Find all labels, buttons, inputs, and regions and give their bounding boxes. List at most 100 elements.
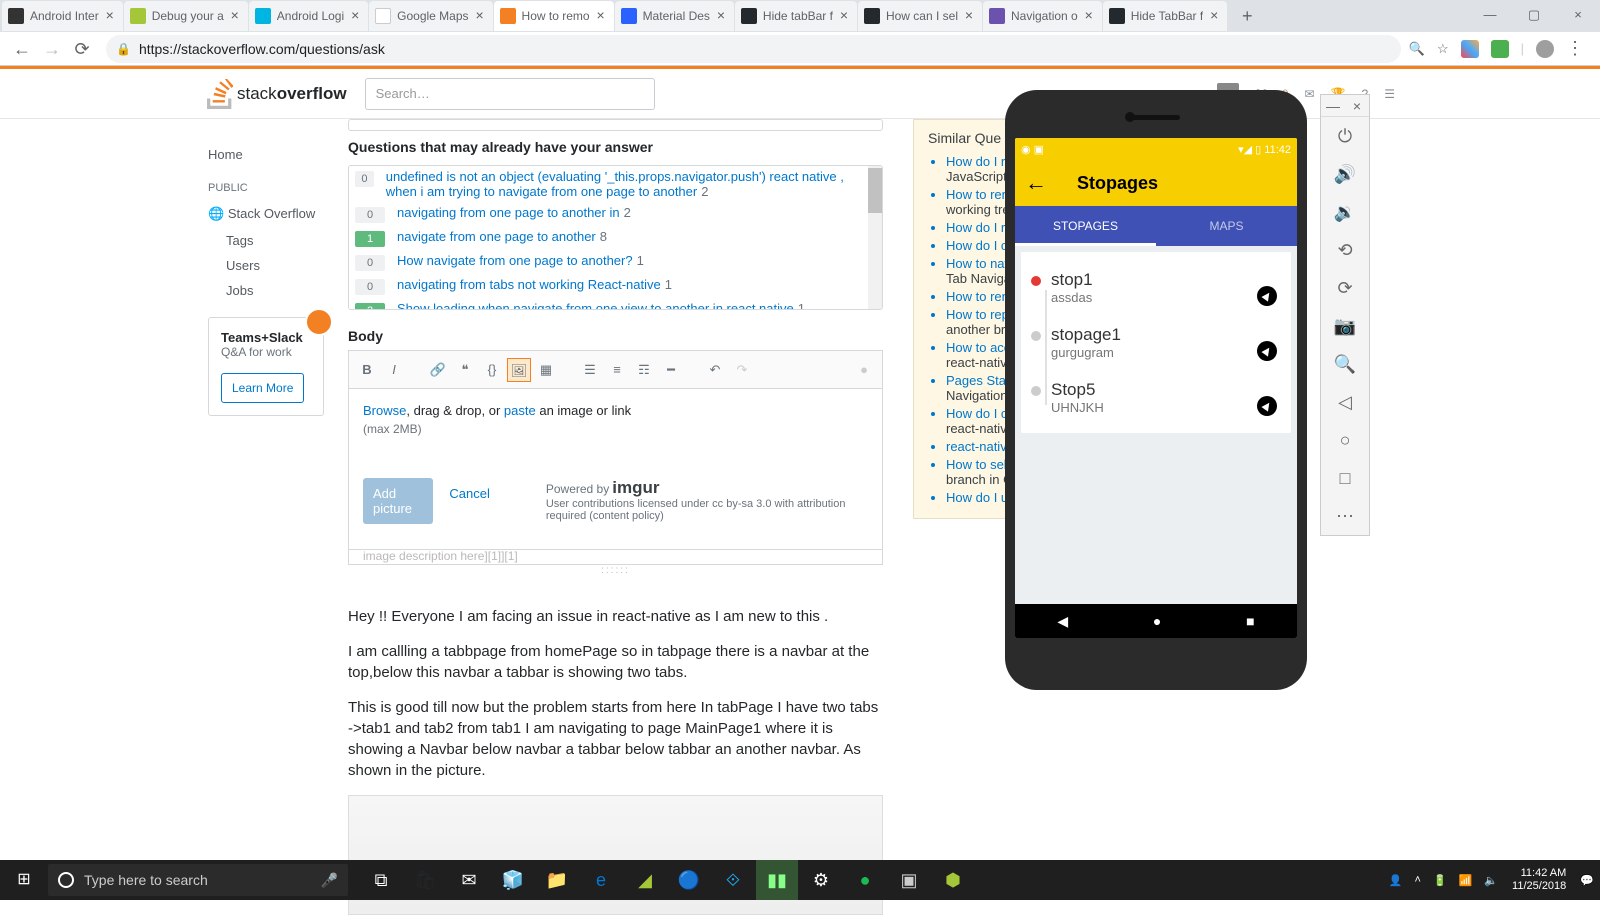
reload-button[interactable]: ⟳ [68, 35, 96, 63]
start-button[interactable]: ⊞ [2, 860, 46, 900]
volume-down-icon[interactable]: 🔉 [1321, 193, 1369, 231]
olist-icon[interactable]: ☰ [578, 358, 602, 382]
sidebar-stackoverflow[interactable]: 🌐 Stack Overflow [208, 200, 348, 228]
bold-icon[interactable]: B [355, 358, 379, 382]
suggestion-link[interactable]: undefined is not an object (evaluating '… [386, 169, 844, 199]
browser-tab-active[interactable]: How to remo× [494, 1, 614, 31]
close-icon[interactable]: × [837, 9, 851, 23]
camera-icon[interactable]: 📷 [1321, 307, 1369, 345]
extension-icon[interactable] [1461, 40, 1479, 58]
hr-icon[interactable]: ━ [659, 358, 683, 382]
help-icon[interactable]: ● [852, 358, 876, 382]
bookmark-star-icon[interactable]: ☆ [1437, 41, 1449, 57]
browser-tab[interactable]: Hide TabBar f× [1103, 1, 1228, 31]
vscode-icon[interactable]: ⟐ [712, 860, 754, 900]
suggestion-link[interactable]: How navigate from one page to another? [397, 253, 633, 268]
zoom-icon[interactable]: 🔍 [1409, 41, 1425, 57]
close-icon[interactable]: × [348, 9, 362, 23]
emu-home-icon[interactable]: ○ [1321, 421, 1369, 459]
cancel-link[interactable]: Cancel [449, 478, 489, 501]
mixed-reality-icon[interactable]: 🧊 [492, 860, 534, 900]
undo-icon[interactable]: ↶ [703, 358, 727, 382]
forward-button[interactable]: → [38, 35, 66, 63]
android-studio-icon[interactable]: ◢ [624, 860, 666, 900]
close-icon[interactable]: × [1207, 9, 1221, 23]
back-button[interactable]: ← [8, 35, 36, 63]
sidebar-tags[interactable]: Tags [208, 228, 348, 253]
clock[interactable]: 11:42 AM11/25/2018 [1504, 863, 1574, 897]
people-icon[interactable]: 👤 [1383, 874, 1409, 887]
emu-minimize-icon[interactable]: — [1321, 95, 1345, 116]
sidebar-jobs[interactable]: Jobs [208, 278, 348, 303]
browser-tab[interactable]: Hide tabBar f× [735, 1, 857, 31]
paste-link[interactable]: paste [504, 403, 536, 418]
search-input[interactable]: Search… [365, 78, 655, 110]
compass-icon[interactable] [1257, 341, 1277, 361]
emulator-task-icon[interactable]: ▮▮ [756, 860, 798, 900]
power-icon[interactable]: ⏻ [1321, 117, 1369, 155]
rotate-right-icon[interactable]: ⟳ [1321, 269, 1369, 307]
tray-chevron-icon[interactable]: ˄ [1409, 874, 1427, 886]
terminal-icon[interactable]: ▣ [888, 860, 930, 900]
sidebar-home[interactable]: Home [208, 141, 348, 168]
extension-cors-icon[interactable] [1491, 40, 1509, 58]
add-picture-button[interactable]: Add picture [363, 478, 433, 524]
teams-learn-more-button[interactable]: Learn More [221, 373, 304, 403]
tab-stopages[interactable]: STOPAGES [1015, 206, 1156, 246]
volume-up-icon[interactable]: 🔊 [1321, 155, 1369, 193]
resize-handle[interactable]: :::::: [348, 565, 883, 576]
mic-icon[interactable]: 🎤 [321, 872, 338, 889]
nav-recent-icon[interactable]: ■ [1246, 613, 1254, 629]
nav-home-icon[interactable]: ● [1153, 613, 1161, 629]
browser-tab[interactable]: Debug your a× [124, 1, 248, 31]
action-center-icon[interactable]: 💬 [1574, 874, 1600, 887]
compass-icon[interactable] [1257, 286, 1277, 306]
italic-icon[interactable]: I [382, 358, 406, 382]
window-close-icon[interactable]: × [1556, 0, 1600, 30]
browser-tab[interactable]: Material Des× [615, 1, 734, 31]
spotify-icon[interactable]: ● [844, 860, 886, 900]
browser-tab[interactable]: Google Maps× [369, 1, 492, 31]
battery-icon[interactable]: 🔋 [1427, 874, 1453, 887]
zoom-icon[interactable]: 🔍 [1321, 345, 1369, 383]
close-icon[interactable]: × [228, 9, 242, 23]
browser-tab[interactable]: Navigation o× [983, 1, 1102, 31]
code-icon[interactable]: {} [480, 358, 504, 382]
rotate-left-icon[interactable]: ⟲ [1321, 231, 1369, 269]
tab-maps[interactable]: MAPS [1156, 206, 1297, 246]
inbox-icon[interactable]: ✉ [1305, 87, 1315, 101]
close-icon[interactable]: × [594, 9, 608, 23]
so-logo[interactable]: stackoverflow [207, 79, 347, 109]
nav-back-icon[interactable]: ◀ [1057, 613, 1068, 630]
taskbar-search[interactable]: Type here to search🎤 [48, 864, 348, 896]
close-icon[interactable]: × [103, 9, 117, 23]
edge-icon[interactable]: e [580, 860, 622, 900]
quote-icon[interactable]: ❝ [453, 358, 477, 382]
browser-tab[interactable]: Android Logi× [249, 1, 368, 31]
browser-tab[interactable]: How can I sel× [858, 1, 982, 31]
emu-back-icon[interactable]: ◁ [1321, 383, 1369, 421]
stop-row[interactable]: stop1assdas [1031, 260, 1281, 315]
stop-row[interactable]: Stop5UHNJKH [1031, 370, 1281, 425]
profile-avatar-icon[interactable] [1536, 40, 1554, 58]
back-arrow-icon[interactable]: ← [1025, 170, 1047, 196]
emu-overview-icon[interactable]: □ [1321, 459, 1369, 497]
url-input[interactable]: 🔒 https://stackoverflow.com/questions/as… [106, 35, 1401, 63]
mail-icon[interactable]: ✉ [448, 860, 490, 900]
sound-icon[interactable]: 🔈 [1478, 874, 1504, 887]
stop-row[interactable]: stopage1gurgugram [1031, 315, 1281, 370]
window-minimize-icon[interactable]: — [1468, 0, 1512, 30]
suggestion-link[interactable]: navigating from one page to another in [397, 205, 620, 220]
editor-body[interactable]: Browse, drag & drop, or paste an image o… [348, 388, 883, 550]
emu-close-icon[interactable]: × [1345, 95, 1369, 116]
avd-icon[interactable]: ⬢ [932, 860, 974, 900]
more-icon[interactable]: ⋯ [1321, 497, 1369, 535]
image-icon[interactable]: 🖼 [507, 358, 531, 382]
site-switcher-icon[interactable]: ☰ [1384, 87, 1395, 101]
redo-icon[interactable]: ↷ [730, 358, 754, 382]
store-icon[interactable]: 🛍 [404, 860, 446, 900]
heading-icon[interactable]: ☶ [632, 358, 656, 382]
suggestions-list[interactable]: 0undefined is not an object (evaluating … [348, 165, 883, 310]
browser-tab[interactable]: Android Inter× [2, 1, 123, 31]
ulist-icon[interactable]: ≡ [605, 358, 629, 382]
